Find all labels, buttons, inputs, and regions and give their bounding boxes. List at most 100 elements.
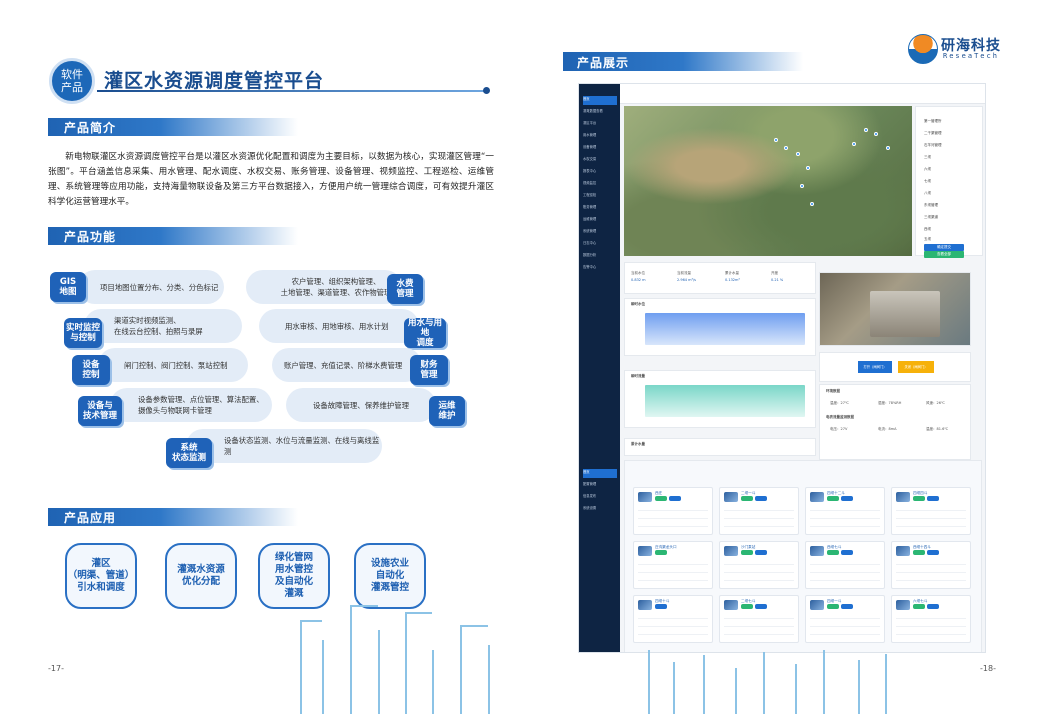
flow-chart: 瞬时流量 bbox=[624, 370, 816, 428]
section-showcase-header: 产品展示 bbox=[563, 52, 803, 71]
divider bbox=[810, 626, 880, 627]
env-value: 温度：27℃ bbox=[830, 401, 849, 405]
divider bbox=[724, 510, 794, 511]
video-feed bbox=[819, 272, 971, 346]
divider bbox=[896, 526, 966, 527]
circuit-line bbox=[885, 654, 887, 714]
divider bbox=[896, 626, 966, 627]
status-badge bbox=[655, 604, 667, 609]
device-card: 西坝十四斗 bbox=[891, 541, 971, 589]
function-pill-finance: 账户管理、充值记录、阶梯水费管理 bbox=[272, 348, 422, 382]
divider bbox=[896, 618, 966, 619]
sidebar-item: 告警中心 bbox=[583, 265, 597, 269]
function-badge-maintenance: 运维 维护 bbox=[429, 396, 465, 426]
sidebar-item: 运维管理 bbox=[583, 217, 597, 221]
map-marker bbox=[852, 142, 856, 146]
pump-icon bbox=[638, 600, 652, 610]
application-item-facility-agriculture: 设施农业 自动化 灌溉管控 bbox=[354, 543, 426, 609]
stat-label: 开度 bbox=[771, 271, 778, 275]
logo-english-name: ReseaTech bbox=[943, 52, 999, 60]
divider bbox=[810, 618, 880, 619]
divider bbox=[810, 526, 880, 527]
volume-chart: 累计水量 bbox=[624, 438, 816, 456]
function-desc: 账户管理、充值记录、阶梯水费管理 bbox=[284, 360, 403, 370]
stat-value: 2.964 m³/s bbox=[677, 278, 696, 282]
stat-value: 0.132m³ bbox=[725, 278, 740, 282]
status-badge bbox=[655, 496, 667, 501]
map-marker bbox=[864, 128, 868, 132]
status-badge bbox=[913, 604, 925, 609]
title-underline bbox=[97, 90, 487, 92]
function-pill-monitor: 渠道实时视频监测、 在线云台控制、拍照与录屏 bbox=[84, 309, 242, 343]
circuit-line bbox=[432, 650, 434, 714]
device-card: 庄沟渠龙头口 bbox=[633, 541, 713, 589]
sidebar-item: 系统设置 bbox=[583, 506, 597, 510]
section-applications-title: 产品应用 bbox=[64, 511, 117, 525]
map-marker bbox=[806, 166, 810, 170]
function-badge-monitor: 实时监控 与控制 bbox=[64, 318, 102, 348]
intro-paragraph: 新电物联灌区水资源调度管控平台是以灌区水资源优化配置和调度为主要目标，以数据为核… bbox=[48, 152, 494, 207]
status-badge bbox=[841, 496, 853, 501]
circuit-line bbox=[405, 612, 432, 614]
panel-item: 石羊河管理 bbox=[924, 143, 942, 147]
divider bbox=[724, 580, 794, 581]
status-badge bbox=[927, 550, 939, 555]
circuit-line bbox=[488, 645, 490, 714]
meter-value: 电压：27V bbox=[830, 427, 848, 431]
sidebar-item: 视频监控 bbox=[583, 181, 597, 185]
circuit-line bbox=[858, 660, 860, 714]
stats-card: 当前水位 0.832 m 当前流量 2.964 m³/s 累计水量 0.132m… bbox=[624, 262, 816, 294]
circuit-line bbox=[673, 662, 675, 714]
screenshot-sidebar: 首页 灌溉数据查看 灌区平台 用水管理 设备管理 水权交易 报表中心 视频监控 … bbox=[579, 84, 620, 652]
status-badge bbox=[741, 550, 753, 555]
env-value: 湿度：78%RH bbox=[878, 401, 902, 405]
panel-item: 第一管理所 bbox=[924, 119, 942, 123]
pump-icon bbox=[638, 546, 652, 556]
gate-structure bbox=[870, 291, 940, 337]
function-badge-label: 财务 管理 bbox=[420, 360, 438, 380]
stat-value: 0.832 m bbox=[631, 278, 646, 282]
sidebar-item: 灌溉数据查看 bbox=[583, 109, 603, 113]
divider bbox=[896, 634, 966, 635]
function-pill-status: 设备状态监测、水位与流量监测、在线与离线监测 bbox=[186, 429, 382, 463]
sidebar-item: 报表中心 bbox=[583, 169, 597, 173]
function-badge-label: 设备与 技术管理 bbox=[82, 401, 117, 421]
divider bbox=[896, 564, 966, 565]
function-badge-label: 系统 状态监测 bbox=[171, 443, 206, 463]
circuit-line bbox=[350, 605, 352, 714]
application-label: 设施农业 自动化 灌溉管控 bbox=[370, 558, 409, 593]
divider bbox=[724, 526, 794, 527]
function-badge-water-fee: 水费 管理 bbox=[387, 274, 423, 304]
divider bbox=[638, 618, 708, 619]
pump-icon bbox=[724, 492, 738, 502]
circuit-line bbox=[763, 652, 765, 714]
application-item-allocation: 灌溉水资源 优化分配 bbox=[165, 543, 237, 609]
function-desc: 设备状态监测、水位与流量监测、在线与离线监测 bbox=[224, 436, 380, 456]
sidebar-item: 工程巡检 bbox=[583, 193, 597, 197]
function-desc: 渠道实时视频监测、 在线云台控制、拍照与录屏 bbox=[114, 316, 203, 336]
status-badge bbox=[755, 550, 767, 555]
device-card: 四坝十二斗 bbox=[805, 487, 885, 535]
divider bbox=[896, 580, 966, 581]
sidebar-item: 系统管理 bbox=[583, 229, 597, 233]
application-label: 绿化管网 用水管控 及自动化 灌溉 bbox=[274, 552, 313, 599]
panel-item: 五坝 bbox=[924, 237, 931, 241]
divider bbox=[638, 634, 708, 635]
chart-fill bbox=[645, 313, 805, 345]
status-badge bbox=[841, 604, 853, 609]
status-badge bbox=[827, 496, 839, 501]
section-functions-header: 产品功能 bbox=[48, 227, 298, 245]
pump-icon bbox=[638, 492, 652, 502]
sidebar-item: 日志中心 bbox=[583, 241, 597, 245]
circuit-line bbox=[735, 668, 737, 714]
function-badge-status: 系统 状态监测 bbox=[166, 438, 212, 468]
circuit-line bbox=[823, 650, 825, 714]
circuit-line bbox=[703, 655, 705, 714]
application-item-irrigation: 灌区 （明渠、管道） 引水和调度 bbox=[65, 543, 137, 609]
panel-item: 三坝 bbox=[924, 155, 931, 159]
function-badge-label: GIS 地图 bbox=[59, 277, 77, 297]
divider bbox=[638, 580, 708, 581]
function-pill-maintenance: 设备故障管理、保养维护管理 bbox=[286, 388, 436, 422]
device-card: 沙门泵站 bbox=[719, 541, 799, 589]
divider bbox=[638, 526, 708, 527]
